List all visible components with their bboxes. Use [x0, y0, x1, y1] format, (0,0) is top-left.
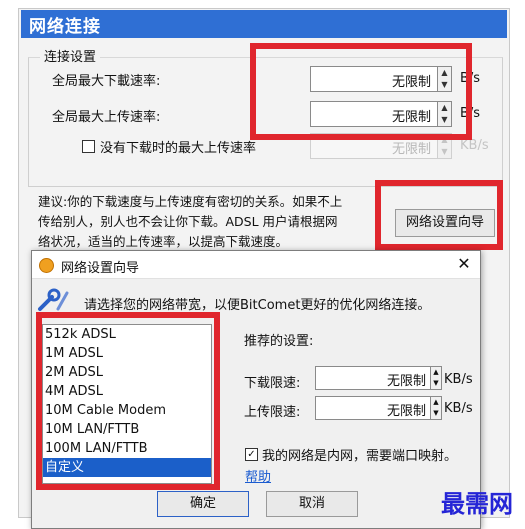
close-icon[interactable]: ✕ [452, 254, 476, 273]
recommended-label: 推荐的设置: [244, 334, 314, 349]
lan-checkbox[interactable]: ✓ [245, 448, 258, 461]
download-limit-label: 下载限速: [244, 376, 301, 391]
upload-limit-field[interactable]: 无限制 [315, 396, 433, 420]
help-link[interactable]: 帮助 [245, 466, 271, 485]
download-limit-unit: KB/s [444, 372, 473, 387]
highlight-speed-fields [250, 43, 472, 140]
hint-line-2: 传给别人，别人也不会让你下载。ADSL 用户请根据网 [38, 214, 338, 229]
hint-line-3: 络状况，适当的上传速率，以提高下载速度。 [38, 234, 289, 249]
wizard-prompt: 请选择您的网络带宽，以便BitComet更好的优化网络连接。 [84, 298, 431, 313]
no-download-upload-label: 没有下载时的最大上传速率 [100, 141, 257, 156]
download-limit-field[interactable]: 无限制 [315, 366, 433, 390]
upload-limit-spinner[interactable]: ▲ ▼ [430, 396, 442, 420]
hint-line-1: 建议:你的下载速度与上传速度有密切的关系。如果不上 [38, 194, 343, 209]
highlight-wizard-button [375, 180, 503, 250]
network-tools-icon [38, 288, 69, 311]
bitcomet-icon [39, 258, 54, 273]
no-download-upload-checkbox[interactable] [82, 140, 95, 153]
upload-limit-label: 上传限速: [244, 405, 301, 420]
no-download-upload-unit: KB/s [460, 138, 489, 153]
max-download-label: 全局最大下載速率: [52, 74, 161, 89]
page-title: 网络连接 [21, 10, 507, 38]
max-upload-label: 全局最大上传速率: [52, 110, 161, 125]
ok-button[interactable]: 确定 [157, 491, 249, 517]
upload-limit-unit: KB/s [444, 401, 473, 416]
watermark: 最需网 [441, 489, 513, 518]
group-legend: 连接设置 [40, 46, 101, 65]
highlight-bandwidth-list [36, 312, 220, 490]
lan-checkbox-label: 我的网络是内网，需要端口映射。 [262, 449, 458, 464]
cancel-button[interactable]: 取消 [266, 491, 358, 517]
download-limit-spinner[interactable]: ▲ ▼ [430, 366, 442, 390]
dialog-title: 网络设置向导 [61, 261, 140, 276]
